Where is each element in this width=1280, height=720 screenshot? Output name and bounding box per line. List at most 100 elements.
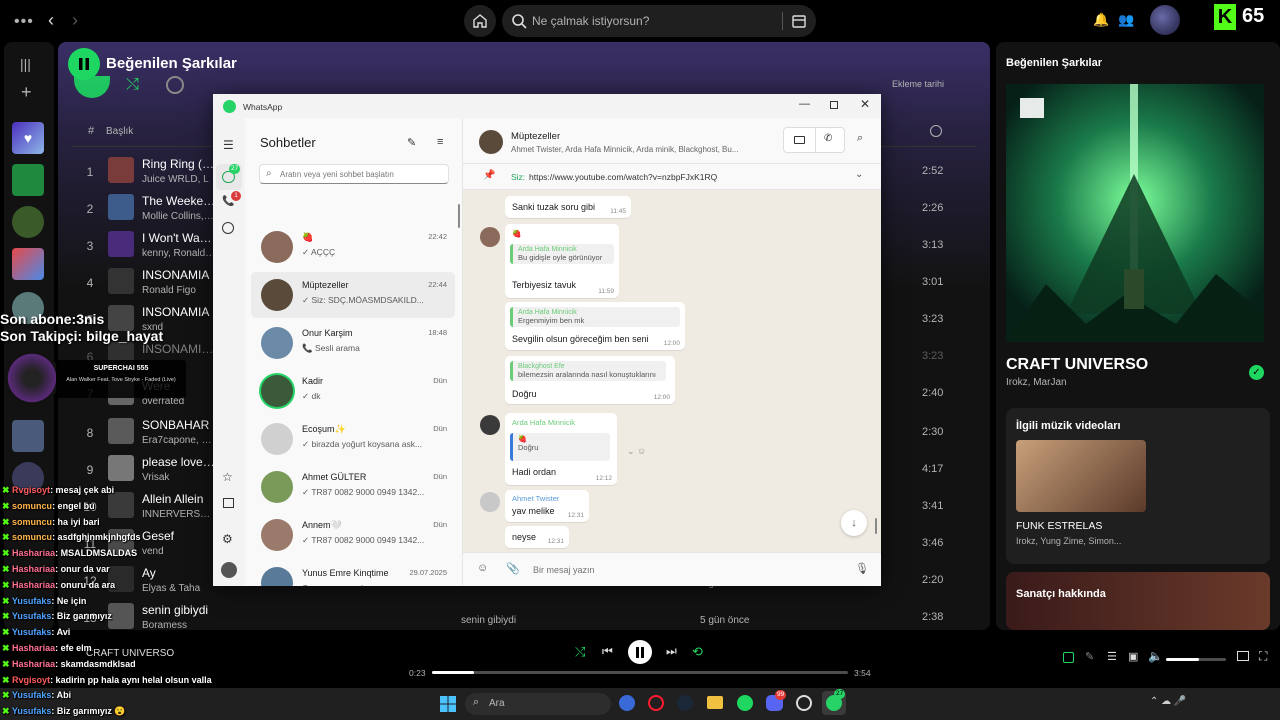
play-pause-button[interactable]: [628, 640, 652, 664]
wa-profile-avatar[interactable]: [221, 562, 237, 578]
message-5[interactable]: Arda Hafa Minnicik 🍓 Doğru Hadi ordan 12…: [505, 413, 617, 485]
track-row[interactable]: 13 senin gibiydi Boramess 2:38: [58, 599, 990, 630]
track-title[interactable]: SONBAHAR: [142, 418, 216, 432]
profile-avatar[interactable]: [1150, 5, 1180, 35]
next-button[interactable]: ⏭: [666, 644, 677, 659]
saved-episodes-tile[interactable]: [12, 164, 44, 196]
taskbar-app-2-icon[interactable]: [796, 695, 812, 711]
chat-item[interactable]: Kadir ✓ dk Dün: [251, 368, 455, 414]
chat-item[interactable]: Müptezeller ✓ Siz: SDÇ.MÖASMDSAKILD... 22:…: [251, 272, 455, 318]
search-input[interactable]: [532, 5, 772, 37]
pinned-link[interactable]: https://www.youtube.com/watch?v=nzbpFJxK…: [529, 172, 717, 182]
chat-item[interactable]: Ecoşum✨ ✓ birazda yoğurt koysana ask... Dü…: [251, 416, 455, 462]
about-artist-card[interactable]: Sanatçı hakkında: [1006, 572, 1270, 630]
track-title[interactable]: Ring Ring (with: [142, 157, 216, 171]
track-title[interactable]: Ay: [142, 566, 216, 580]
previous-button[interactable]: ⏮: [602, 644, 613, 659]
notification-bell-icon[interactable]: 🔔: [1093, 12, 1109, 28]
hamburger-menu-icon[interactable]: ☰: [223, 138, 234, 152]
track-title[interactable]: The Weekend (: [142, 194, 216, 208]
archive-icon[interactable]: [223, 498, 234, 508]
chat-list-scrollbar[interactable]: [458, 204, 460, 228]
maximize-button[interactable]: [830, 101, 838, 109]
track-artist[interactable]: Ronald Figo: [142, 285, 216, 296]
quoted-message[interactable]: Arda Hafa Minnicik Ergenmiyim ben mk: [510, 307, 680, 327]
repeat-button[interactable]: ⟲: [692, 644, 703, 660]
friends-activity-icon[interactable]: 👥: [1118, 12, 1134, 28]
track-artist[interactable]: vend: [142, 546, 216, 557]
message-1[interactable]: Sanki tuzak soru gibi 11:45: [505, 196, 631, 218]
message-7[interactable]: neyse 12:31: [505, 526, 569, 548]
microphone-icon[interactable]: 🎙: [855, 562, 869, 575]
message-2[interactable]: 🍓 Arda Hafa Minnicik Bu gidişle oyle gör…: [505, 224, 619, 298]
message-6[interactable]: Ahmet Twister yav melike 12:31: [505, 490, 589, 522]
big-play-button[interactable]: [74, 76, 110, 98]
chat-item[interactable]: Yunus Emre Kinqtime On numaraaaydı 29.07.2…: [251, 560, 455, 586]
spotify-taskbar-icon[interactable]: [737, 695, 753, 711]
conversation-search-icon[interactable]: ⌕: [857, 132, 863, 145]
group-avatar[interactable]: [479, 130, 503, 154]
back-arrow-icon[interactable]: ‹: [48, 10, 54, 31]
opera-icon[interactable]: [648, 695, 664, 711]
column-title-header[interactable]: Başlık: [106, 126, 133, 137]
voice-call-icon[interactable]: ✆: [824, 133, 832, 144]
track-artist[interactable]: kenny, Ronald Fig: [142, 248, 216, 259]
windows-start-icon[interactable]: [440, 696, 456, 712]
progress-bar[interactable]: [432, 671, 848, 674]
chats-nav-button[interactable]: 27: [216, 164, 242, 190]
chat-item[interactable]: Annem🤍 ✓ TR87 0082 9000 0949 1342... Dün: [251, 512, 455, 558]
track-title[interactable]: please love me: [142, 455, 216, 469]
connect-device-icon[interactable]: ▣: [1128, 650, 1138, 663]
library-artist-1[interactable]: [12, 206, 44, 238]
new-chat-icon[interactable]: ✎: [407, 136, 416, 149]
song-artists[interactable]: Irokz, MarJan: [1006, 377, 1067, 388]
now-playing-view-icon[interactable]: [1063, 652, 1074, 663]
more-menu-icon[interactable]: •••: [14, 13, 34, 31]
minimize-button[interactable]: —: [799, 98, 810, 110]
pinned-message-bar[interactable]: 📌 Siz: https://www.youtube.com/watch?v=n…: [463, 164, 881, 190]
track-title[interactable]: INSONAMIA: [142, 305, 216, 319]
sender-avatar[interactable]: [480, 415, 500, 435]
fullscreen-icon[interactable]: ⛶: [1259, 649, 1267, 664]
quoted-message[interactable]: Arda Hafa Minnicik Bu gidişle oyle görün…: [510, 244, 614, 264]
scroll-down-button[interactable]: ↓: [841, 510, 867, 536]
pinned-chevron-down-icon[interactable]: ⌄: [855, 169, 863, 180]
message-input[interactable]: [533, 561, 833, 579]
sort-label[interactable]: Ekleme tarihi: [892, 79, 944, 89]
chat-search-field[interactable]: ⌕ Aratın veya yeni sohbet başlatın: [259, 164, 449, 184]
video-thumbnail[interactable]: [1016, 440, 1146, 512]
message-options-chevron-icon[interactable]: ⌄ ☺: [627, 446, 646, 457]
liked-songs-tile[interactable]: ♥: [12, 122, 44, 154]
video-title[interactable]: FUNK ESTRELAS: [1016, 520, 1102, 532]
settings-gear-icon[interactable]: ⚙: [222, 532, 233, 546]
steam-icon[interactable]: [677, 695, 693, 711]
track-artist[interactable]: Vrisak: [142, 472, 216, 483]
mini-player-icon[interactable]: [1237, 651, 1249, 661]
search-bar[interactable]: [502, 5, 816, 37]
track-artist[interactable]: Era7capone, Poiz: [142, 435, 216, 446]
chat-item[interactable]: Onur Karşim 📞 Sesli arama 18:48: [251, 320, 455, 366]
track-artist[interactable]: INNERVERSE, He: [142, 509, 216, 520]
starred-icon[interactable]: ☆: [222, 470, 233, 484]
row13-album[interactable]: senin gibiydi: [461, 615, 516, 626]
forward-arrow-icon[interactable]: ›: [72, 10, 78, 31]
queue-icon[interactable]: ☰: [1107, 650, 1117, 663]
group-name[interactable]: Müptezeller: [511, 131, 560, 142]
sender-avatar[interactable]: [480, 492, 500, 512]
message-3[interactable]: Arda Hafa Minnicik Ergenmiyim ben mk Sev…: [505, 302, 685, 350]
chat-item[interactable]: 🍓 ✓ AÇÇÇ 22:42: [251, 224, 455, 270]
status-nav-icon[interactable]: [222, 222, 234, 234]
whatsapp-taskbar-button[interactable]: 27: [822, 689, 846, 715]
taskbar-app-1-icon[interactable]: [619, 695, 635, 711]
shuffle-button[interactable]: ⤭: [575, 644, 585, 660]
browse-icon[interactable]: [791, 13, 807, 29]
shuffle-icon[interactable]: ⤭: [126, 76, 139, 94]
taskbar-search[interactable]: ⌕ Ara: [465, 693, 611, 715]
file-explorer-icon[interactable]: [707, 696, 723, 709]
library-icon[interactable]: |||: [20, 56, 31, 72]
now-playing-title[interactable]: CRAFT UNIVERSO: [86, 648, 174, 659]
add-playlist-icon[interactable]: +: [21, 82, 32, 103]
track-artist[interactable]: Mollie Collins, Ja: [142, 211, 216, 222]
filter-icon[interactable]: ≡: [437, 136, 443, 148]
track-title[interactable]: Allein Allein: [142, 492, 216, 506]
